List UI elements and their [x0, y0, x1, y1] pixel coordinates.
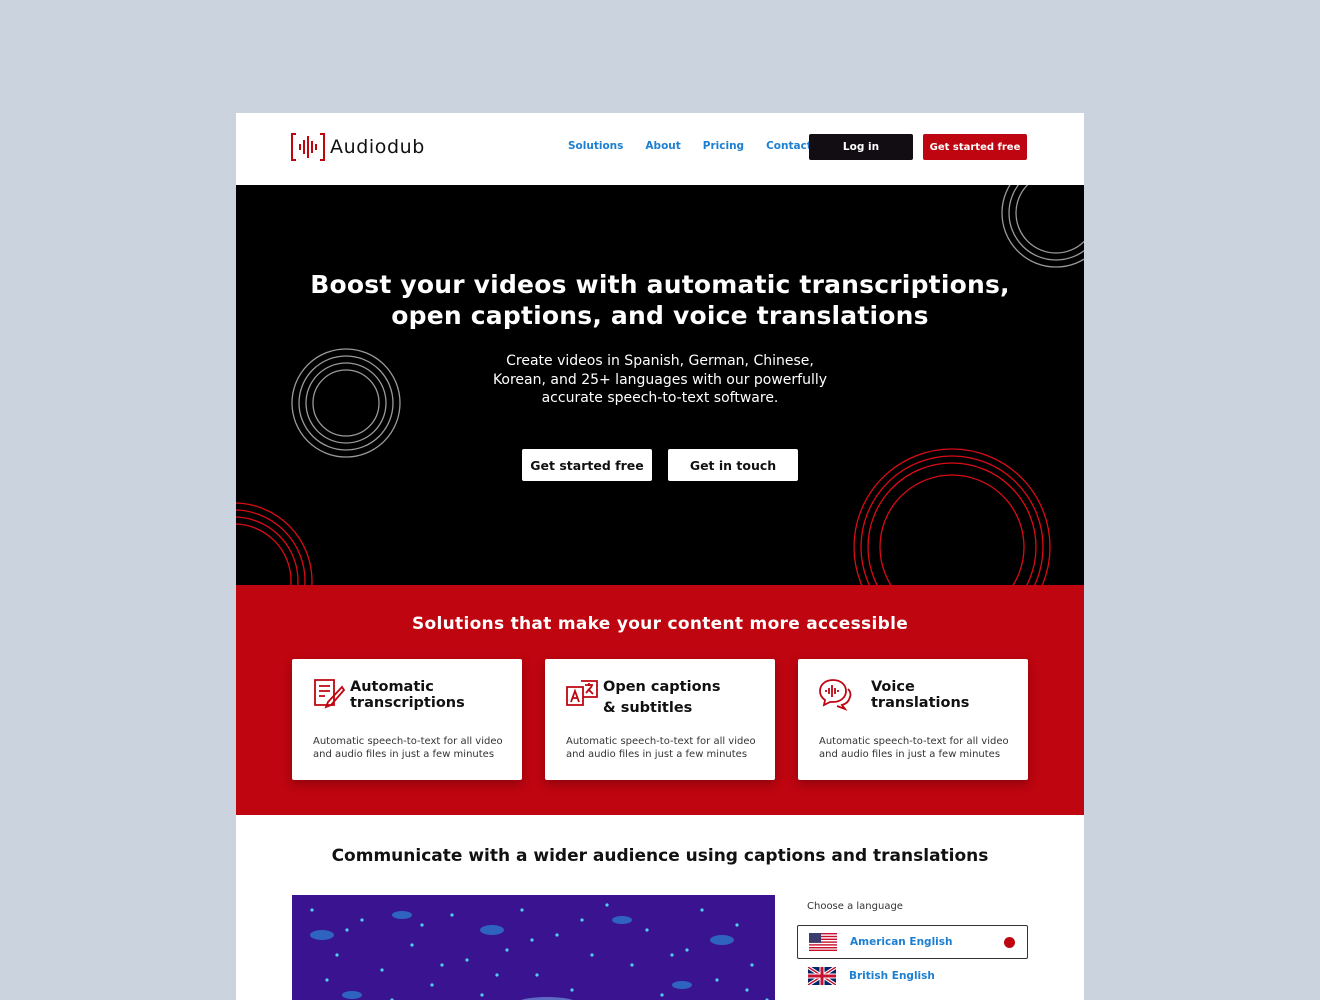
- brand-name: Audiodub: [330, 136, 425, 158]
- logo[interactable]: Audiodub: [291, 133, 425, 161]
- solutions-title: Solutions that make your content more ac…: [411, 614, 909, 634]
- login-button[interactable]: Log in: [809, 134, 913, 160]
- communicate-title: Communicate with a wider audience using …: [331, 846, 989, 866]
- card-title: Open captions & subtitles: [603, 679, 721, 716]
- card-description: Automatic speech-to-text for all video a…: [566, 736, 756, 760]
- hero-title: Boost your videos with automatic transcr…: [236, 269, 1084, 331]
- hero-title-line-1: Boost your videos with automatic transcr…: [310, 270, 1010, 299]
- language-option-american-english[interactable]: American English: [797, 925, 1028, 959]
- us-flag-icon: [809, 933, 837, 951]
- nav-contact[interactable]: Contact: [766, 140, 812, 152]
- selected-indicator: [1004, 937, 1015, 948]
- document-pen-icon: [314, 679, 346, 709]
- page: Audiodub Solutions About Pricing Contact…: [236, 113, 1084, 1000]
- video-preview[interactable]: [292, 895, 775, 1000]
- solution-card-captions[interactable]: Open captions & subtitles Automatic spee…: [545, 659, 775, 780]
- video-illustration: [292, 895, 775, 1000]
- hero-section: Boost your videos with automatic transcr…: [236, 185, 1084, 585]
- waveform-logo-icon: [291, 133, 325, 161]
- card-title: Voice translations: [871, 679, 970, 711]
- language-option-british-english[interactable]: British English: [797, 959, 1028, 993]
- hero-get-started-button[interactable]: Get started free: [522, 449, 652, 481]
- main-nav: Solutions About Pricing Contact: [568, 140, 834, 152]
- solution-card-transcriptions[interactable]: Automatic transcriptions Automatic speec…: [292, 659, 522, 780]
- nav-solutions[interactable]: Solutions: [568, 140, 623, 152]
- choose-language-label: Choose a language: [807, 901, 903, 912]
- nav-about[interactable]: About: [645, 140, 680, 152]
- hero-title-line-2: open captions, and voice translations: [391, 301, 929, 330]
- translate-icon: [566, 680, 598, 706]
- header-get-started-button[interactable]: Get started free: [923, 134, 1027, 160]
- hero-subtitle: Create videos in Spanish, German, Chines…: [492, 353, 828, 406]
- card-title: Automatic transcriptions: [350, 679, 465, 711]
- nav-pricing[interactable]: Pricing: [703, 140, 744, 152]
- hero-get-in-touch-button[interactable]: Get in touch: [668, 449, 798, 481]
- uk-flag-icon: [808, 967, 836, 985]
- card-description: Automatic speech-to-text for all video a…: [313, 736, 503, 760]
- solution-card-voice[interactable]: Voice translations Automatic speech-to-t…: [798, 659, 1028, 780]
- solutions-section: Solutions that make your content more ac…: [236, 585, 1084, 815]
- card-description: Automatic speech-to-text for all video a…: [819, 736, 1009, 760]
- site-header: Audiodub Solutions About Pricing Contact…: [236, 113, 1084, 185]
- language-name: British English: [849, 970, 935, 982]
- speech-bubbles-icon: [819, 679, 852, 711]
- language-name: American English: [850, 936, 953, 948]
